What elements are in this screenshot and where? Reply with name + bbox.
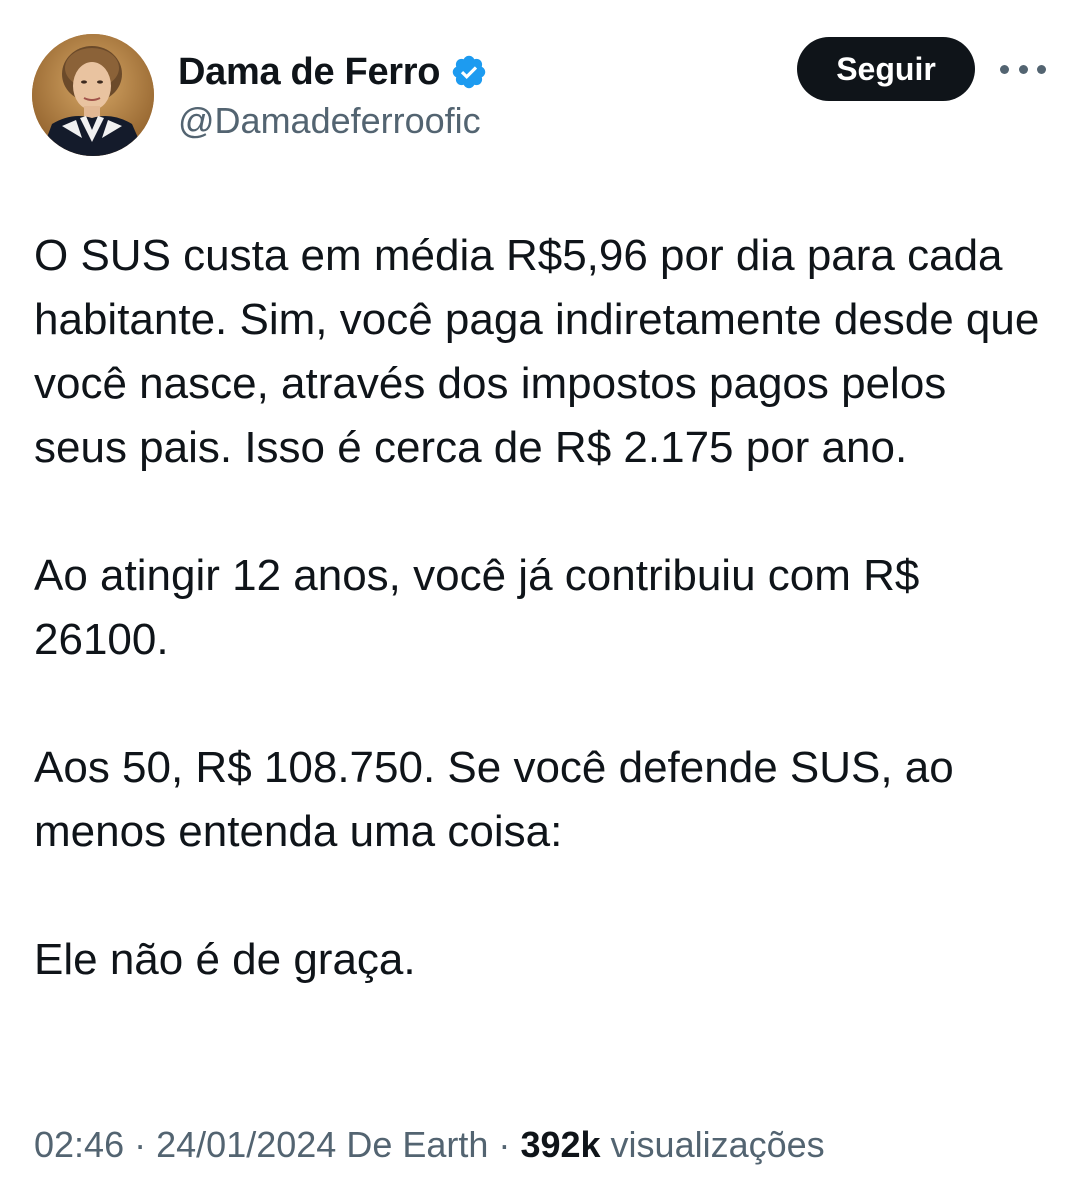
more-dot xyxy=(1037,64,1046,74)
tweet-time[interactable]: 02:46 xyxy=(34,1124,124,1165)
display-name-row: Dama de Ferro xyxy=(178,48,488,96)
views-count[interactable]: 392k xyxy=(520,1124,600,1165)
display-name[interactable]: Dama de Ferro xyxy=(178,51,441,94)
views-label: visualizações xyxy=(610,1124,825,1165)
verified-badge-icon[interactable] xyxy=(450,53,488,91)
more-dot xyxy=(1000,64,1009,74)
tweet-header: Dama de Ferro @Damadeferroofic Seguir xyxy=(32,34,1052,158)
more-dot xyxy=(1018,64,1028,74)
tweet-paragraph: Ao atingir 12 anos, você já contribuiu c… xyxy=(34,551,920,664)
tweet-text: O SUS custa em média R$5,96 por dia para… xyxy=(34,224,1044,992)
author-names: Dama de Ferro @Damadeferroofic xyxy=(178,48,488,142)
follow-button[interactable]: Seguir xyxy=(797,37,975,101)
author-handle[interactable]: @Damadeferroofic xyxy=(178,100,488,142)
meta-separator: · xyxy=(134,1124,147,1165)
more-horizontal-icon[interactable] xyxy=(1000,52,1046,86)
tweet-paragraph: Aos 50, R$ 108.750. Se você defende SUS,… xyxy=(34,743,954,856)
tweet-meta: 02:46 · 24/01/2024 De Earth · 392k visua… xyxy=(34,1124,825,1166)
tweet-paragraph: O SUS custa em média R$5,96 por dia para… xyxy=(34,231,1040,472)
avatar[interactable] xyxy=(32,34,154,156)
avatar-image xyxy=(32,34,154,156)
tweet-date[interactable]: 24/01/2024 xyxy=(156,1124,336,1165)
tweet-source: De Earth xyxy=(346,1124,489,1165)
tweet-paragraph: Ele não é de graça. xyxy=(34,935,416,984)
meta-separator: · xyxy=(498,1124,511,1165)
